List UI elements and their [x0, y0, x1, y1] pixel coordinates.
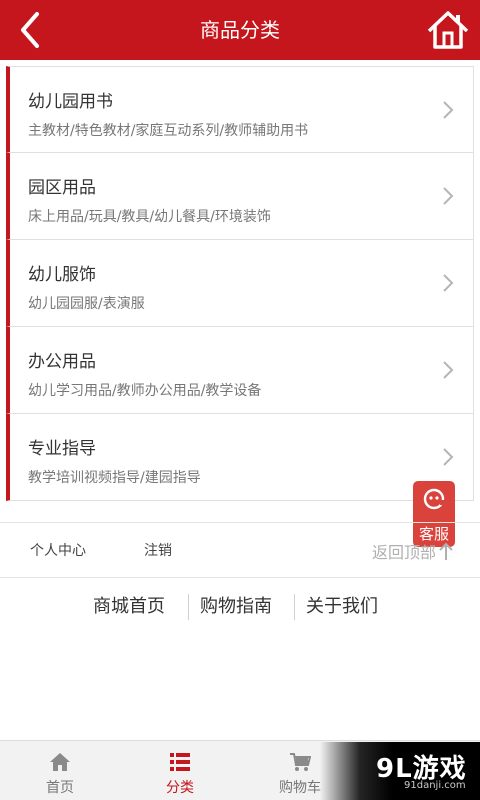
chat-face-icon	[423, 488, 445, 510]
site-watermark: 9L游戏 91danji.com	[320, 742, 480, 800]
category-subtitle: 床上用品/玩具/教具/幼儿餐具/环境装饰	[28, 209, 271, 225]
chevron-right-icon	[443, 274, 454, 292]
category-item-office[interactable]: 办公用品 幼儿学习用品/教师办公用品/教学设备	[6, 327, 474, 414]
page-title: 商品分类	[200, 18, 280, 42]
category-item-campus[interactable]: 园区用品 床上用品/玩具/教具/幼儿餐具/环境装饰	[6, 153, 474, 240]
watermark-url: 91danji.com	[404, 780, 466, 791]
category-subtitle: 幼儿学习用品/教师办公用品/教学设备	[28, 383, 262, 399]
category-subtitle: 教学培训视频指导/建园指导	[28, 470, 201, 486]
back-to-top-link[interactable]: 返回顶部	[372, 523, 454, 579]
home-button[interactable]	[424, 6, 472, 54]
chevron-right-icon	[443, 187, 454, 205]
shopping-guide-link[interactable]: 购物指南	[200, 590, 272, 624]
category-title: 园区用品	[28, 178, 96, 198]
tab-label: 首页	[46, 780, 74, 796]
arrow-up-icon	[439, 542, 453, 560]
header-bar: 商品分类	[0, 0, 480, 60]
chevron-right-icon	[443, 361, 454, 379]
back-to-top-label: 返回顶部	[371, 543, 436, 562]
about-us-link[interactable]: 关于我们	[306, 590, 378, 624]
category-item-clothing[interactable]: 幼儿服饰 幼儿园园服/表演服	[6, 240, 474, 327]
category-title: 办公用品	[28, 352, 96, 372]
category-title: 专业指导	[28, 439, 96, 459]
nav-divider	[188, 594, 189, 620]
category-list: 幼儿园用书 主教材/特色教材/家庭互动系列/教师辅助用书 园区用品 床上用品/玩…	[6, 66, 474, 501]
category-item-books[interactable]: 幼儿园用书 主教材/特色教材/家庭互动系列/教师辅助用书	[6, 66, 474, 153]
tab-category[interactable]: 分类	[120, 741, 240, 800]
tab-home[interactable]: 首页	[0, 741, 120, 800]
chevron-right-icon	[443, 101, 454, 119]
site-nav: 商城首页 购物指南 关于我们	[0, 590, 480, 624]
category-subtitle: 幼儿园园服/表演服	[28, 296, 145, 312]
category-subtitle: 主教材/特色教材/家庭互动系列/教师辅助用书	[28, 123, 309, 139]
category-title: 幼儿园用书	[28, 92, 113, 112]
home-icon	[50, 753, 70, 771]
chevron-right-icon	[443, 448, 454, 466]
tab-label: 分类	[166, 780, 194, 796]
category-title: 幼儿服饰	[28, 265, 96, 285]
mall-home-link[interactable]: 商城首页	[93, 590, 165, 624]
logout-link[interactable]: 注销	[144, 523, 172, 579]
footer-links: 个人中心 注销 返回顶部	[0, 522, 480, 578]
category-item-guidance[interactable]: 专业指导 教学培训视频指导/建园指导	[6, 414, 474, 501]
cart-icon	[290, 753, 311, 771]
personal-center-link[interactable]: 个人中心	[30, 523, 86, 579]
nav-divider	[294, 594, 295, 620]
category-icon	[170, 753, 190, 771]
home-icon	[427, 11, 469, 49]
